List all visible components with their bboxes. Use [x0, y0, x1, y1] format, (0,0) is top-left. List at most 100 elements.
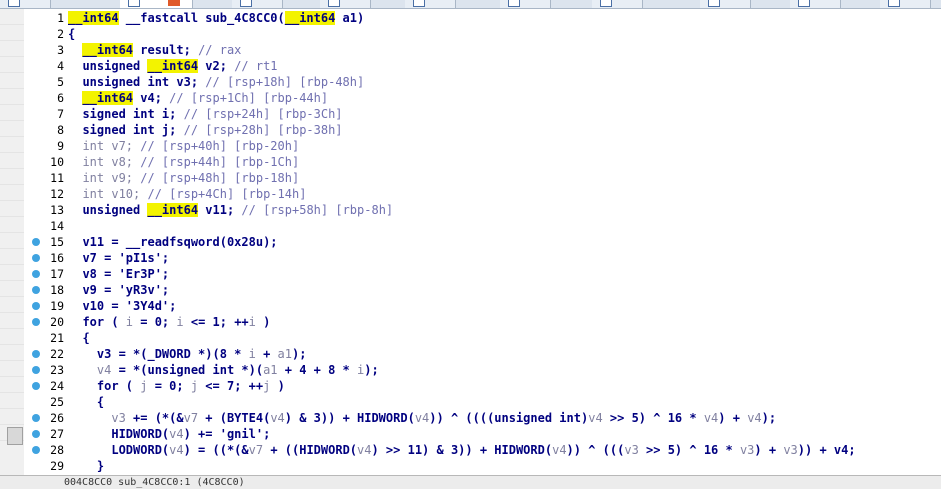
scrollbar-thumb[interactable] — [7, 427, 23, 445]
code-token: v4; — [133, 91, 170, 105]
code-token: )) + v4; — [797, 443, 856, 457]
code-text: v10 = '3Y4d'; — [68, 298, 176, 314]
tab-bar — [0, 0, 941, 9]
line-number: 29 — [50, 459, 64, 473]
code-token: v4 — [588, 411, 603, 425]
line-number: 7 — [57, 107, 64, 121]
code-text: { — [68, 330, 89, 346]
code-line[interactable]: 15 v11 = __readfsqword(0x28u); — [24, 234, 941, 250]
line-number: 11 — [50, 171, 64, 185]
code-line[interactable]: 20 for ( i = 0; i <= 1; ++i ) — [24, 314, 941, 330]
code-text: v9 = 'yR3v'; — [68, 282, 169, 298]
code-token: + (BYTE4( — [198, 411, 271, 425]
code-token: v7 = 'pI1s'; — [68, 251, 170, 265]
code-token: v4 — [414, 411, 430, 425]
line-number: 22 — [50, 347, 64, 361]
code-line[interactable]: 18 v9 = 'yR3v'; — [24, 282, 941, 298]
code-token: = 0; — [147, 379, 191, 393]
code-text: v8 = 'Er3P'; — [68, 266, 169, 282]
code-token: ) >> 11) & 3)) + HIDWORD( — [371, 443, 553, 457]
code-token: int v7; — [68, 139, 141, 153]
code-token: j — [190, 379, 199, 393]
code-token: v4 — [747, 411, 762, 425]
left-pane — [0, 9, 25, 475]
code-token: signed int i; — [68, 107, 184, 121]
code-line[interactable]: 13 unsigned __int64 v11; // [rsp+58h] [r… — [24, 202, 941, 218]
code-token: >> 5) ^ 16 * — [638, 443, 740, 457]
code-token: i — [248, 315, 256, 329]
code-line[interactable]: 28 LODWORD(v4) = ((*(&v7 + ((HIDWORD(v4)… — [24, 442, 941, 458]
code-line[interactable]: 22 v3 = *(_DWORD *)(8 * i + a1); — [24, 346, 941, 362]
code-line[interactable]: 1 __int64 __fastcall sub_4C8CC0(__int64 a… — [24, 10, 941, 26]
code-line[interactable]: 2{ — [24, 26, 941, 42]
close-icon[interactable] — [168, 0, 180, 6]
code-line[interactable]: 27 HIDWORD(v4) += 'gnil'; — [24, 426, 941, 442]
code-text: int v8; // [rsp+44h] [rbp-1Ch] — [68, 154, 299, 170]
code-token: ); — [364, 363, 379, 377]
code-token: v4 — [357, 443, 372, 457]
code-text: v7 = 'pI1s'; — [68, 250, 169, 266]
code-line[interactable]: 21 { — [24, 330, 941, 346]
code-token: signed int j; — [68, 123, 184, 137]
code-text: HIDWORD(v4) += 'gnil'; — [68, 426, 270, 442]
view-icon — [8, 0, 20, 7]
code-line[interactable]: 8 signed int j; // [rsp+28h] [rbp-38h] — [24, 122, 941, 138]
code-line[interactable]: 11 int v9; // [rsp+48h] [rbp-18h] — [24, 170, 941, 186]
code-token: v4 — [169, 443, 184, 457]
tab-exports[interactable] — [592, 0, 643, 8]
line-number: 19 — [50, 299, 64, 313]
code-token: unsigned int v3; — [68, 75, 206, 89]
tab-imports[interactable] — [500, 0, 551, 8]
tab-strings[interactable] — [700, 0, 751, 8]
code-token: __fastcall sub_4C8CC0( — [118, 11, 285, 25]
code-comment: // [rsp+58h] [rbp-8h] — [241, 203, 394, 217]
line-number: 28 — [50, 443, 64, 457]
pseudocode-view[interactable]: 1 __int64 __fastcall sub_4C8CC0(__int64 a… — [24, 9, 941, 475]
code-token: v4 — [169, 427, 184, 441]
tab-ida-view[interactable] — [0, 0, 51, 8]
line-number: 27 — [50, 427, 64, 441]
imports-icon — [508, 0, 520, 7]
tab-structures[interactable] — [320, 0, 371, 8]
code-token: unsigned — [68, 203, 148, 217]
code-line[interactable]: 24 for ( j = 0; j <= 7; ++j ) — [24, 378, 941, 394]
code-line[interactable]: 19 v10 = '3Y4d'; — [24, 298, 941, 314]
code-text: int v9; // [rsp+48h] [rbp-18h] — [68, 170, 299, 186]
tab-names[interactable] — [790, 0, 841, 8]
code-token: ) + — [718, 411, 748, 425]
structures-icon — [328, 0, 340, 7]
code-text: { — [68, 394, 104, 410]
code-line[interactable]: 3 __int64 result; // rax — [24, 42, 941, 58]
code-line[interactable]: 16 v7 = 'pI1s'; — [24, 250, 941, 266]
line-number: 17 — [50, 267, 64, 281]
code-line[interactable]: 6 __int64 v4; // [rsp+1Ch] [rbp-44h] — [24, 90, 941, 106]
line-number: 12 — [50, 187, 64, 201]
code-token: ) — [270, 379, 285, 393]
code-line[interactable]: 5 unsigned int v3; // [rsp+18h] [rbp-48h… — [24, 74, 941, 90]
code-token: )) ^ ((((unsigned int) — [429, 411, 589, 425]
code-line[interactable]: 26 v3 += (*(&v7 + (BYTE4(v4) & 3)) + HID… — [24, 410, 941, 426]
highlighted-token: __int64 — [147, 59, 199, 73]
code-line[interactable]: 10 int v8; // [rsp+44h] [rbp-1Ch] — [24, 154, 941, 170]
code-line[interactable]: 4 unsigned __int64 v2; // rt1 — [24, 58, 941, 74]
line-number: 24 — [50, 379, 64, 393]
tab-functions[interactable] — [880, 0, 931, 8]
code-line[interactable]: 14 — [24, 218, 941, 234]
code-line[interactable]: 25 { — [24, 394, 941, 410]
functions-icon — [888, 0, 900, 7]
tab-hex-view[interactable] — [232, 0, 283, 8]
tab-enums[interactable] — [405, 0, 456, 8]
code-token: v4 — [552, 443, 567, 457]
highlighted-token: __int64 — [82, 91, 134, 105]
code-line[interactable]: 7 signed int i; // [rsp+24h] [rbp-3Ch] — [24, 106, 941, 122]
code-line[interactable]: 23 v4 = *(unsigned int *)(a1 + 4 + 8 * i… — [24, 362, 941, 378]
code-line[interactable]: 12 int v10; // [rsp+4Ch] [rbp-14h] — [24, 186, 941, 202]
tab-pseudocode[interactable] — [120, 0, 193, 8]
code-token: ) += 'gnil'; — [183, 427, 271, 441]
line-number: 13 — [50, 203, 64, 217]
code-line[interactable]: 17 v8 = 'Er3P'; — [24, 266, 941, 282]
code-line[interactable]: 9 int v7; // [rsp+40h] [rbp-20h] — [24, 138, 941, 154]
code-line[interactable]: 29 } — [24, 458, 941, 474]
